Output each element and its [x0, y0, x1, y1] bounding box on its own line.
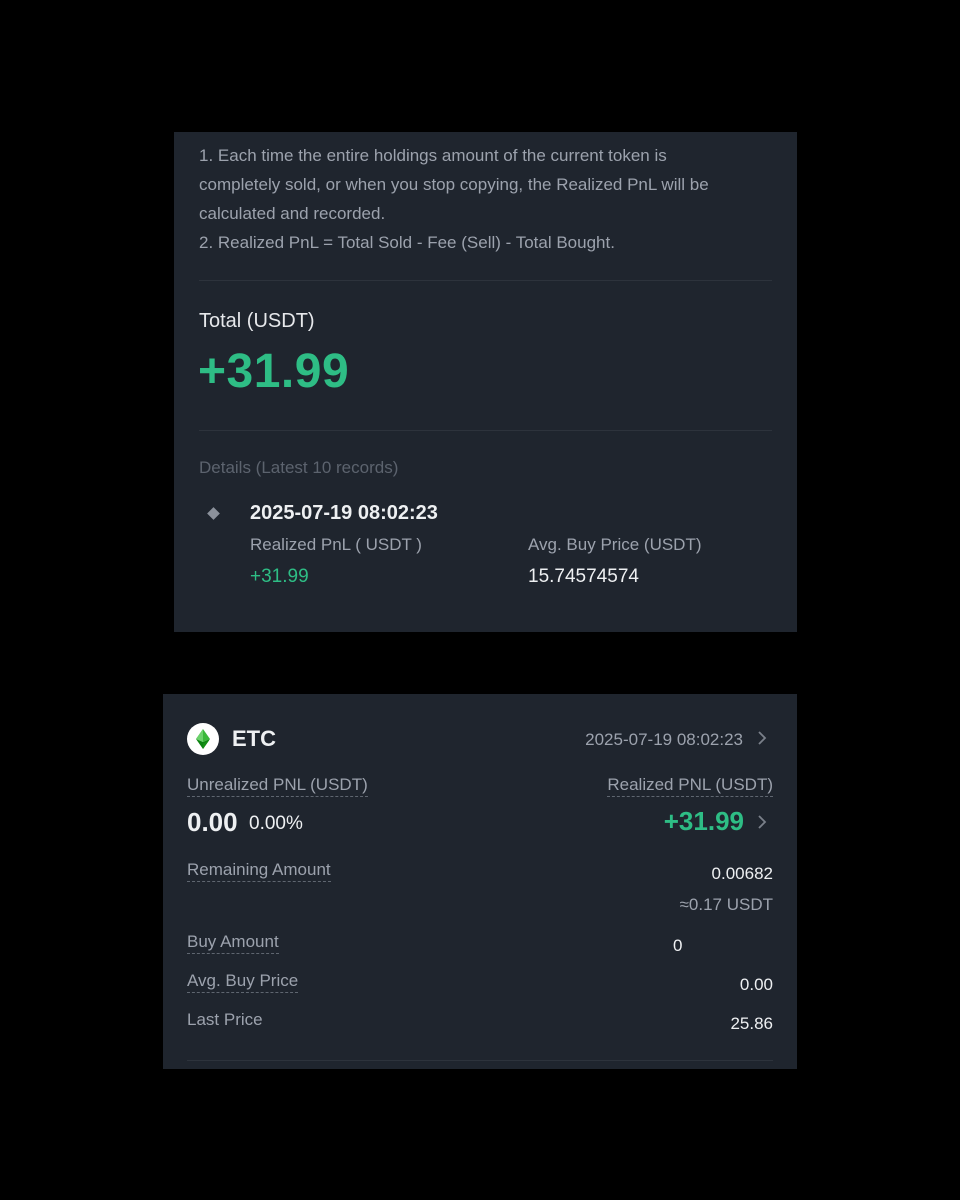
note-line: 2. Realized PnL = Total Sold - Fee (Sell… [199, 233, 615, 252]
realized-pnl-value[interactable]: +31.99 [664, 806, 744, 837]
buy-amount-label[interactable]: Buy Amount [187, 932, 279, 954]
chevron-right-icon[interactable] [757, 814, 767, 835]
note-line: calculated and recorded. [199, 204, 386, 223]
avg-buy-price-label[interactable]: Avg. Buy Price [187, 971, 299, 993]
realized-pnl-notes: 1. Each time the entire holdings amount … [199, 141, 774, 257]
note-line: 1. Each time the entire holdings amount … [199, 146, 667, 165]
record-realized-value: +31.99 [250, 566, 309, 587]
record-avg-price-value: 15.74574574 [528, 566, 639, 587]
ethereum-classic-icon [187, 723, 219, 755]
position-card[interactable]: ETC 2025-07-19 08:02:23 Unrealized PNL (… [163, 694, 797, 1069]
last-price-label: Last Price [187, 1010, 263, 1029]
unrealized-pnl-percent: 0.00% [249, 813, 303, 834]
divider [199, 430, 772, 431]
note-line: completely sold, or when you stop copyin… [199, 175, 709, 194]
total-value: +31.99 [198, 345, 350, 398]
avg-buy-price-value: 0.00 [739, 975, 773, 994]
diamond-bullet-icon [207, 507, 220, 520]
divider [199, 280, 772, 281]
remaining-amount-usdt: ≈0.17 USDT [679, 895, 773, 914]
record-time: 2025-07-19 08:02:23 [250, 502, 438, 524]
record-avg-price-label: Avg. Buy Price (USDT) [528, 535, 702, 554]
realized-pnl-label[interactable]: Realized PNL (USDT) [607, 775, 773, 797]
total-label: Total (USDT) [199, 310, 315, 332]
details-label: Details (Latest 10 records) [199, 458, 399, 477]
buy-amount-value: 0 [673, 936, 683, 955]
unrealized-pnl-label[interactable]: Unrealized PNL (USDT) [187, 775, 368, 797]
realized-pnl-panel: 1. Each time the entire holdings amount … [174, 132, 797, 632]
position-time[interactable]: 2025-07-19 08:02:23 [585, 730, 743, 750]
unrealized-pnl-value: 0.00 [187, 807, 238, 837]
chevron-right-icon[interactable] [757, 730, 767, 751]
remaining-amount-value: 0.00682 [711, 864, 773, 883]
coin-name: ETC [232, 726, 276, 751]
record-realized-label: Realized PnL ( USDT ) [250, 535, 422, 554]
divider [187, 1060, 773, 1061]
remaining-amount-label[interactable]: Remaining Amount [187, 860, 331, 882]
last-price-value: 25.86 [730, 1014, 773, 1033]
